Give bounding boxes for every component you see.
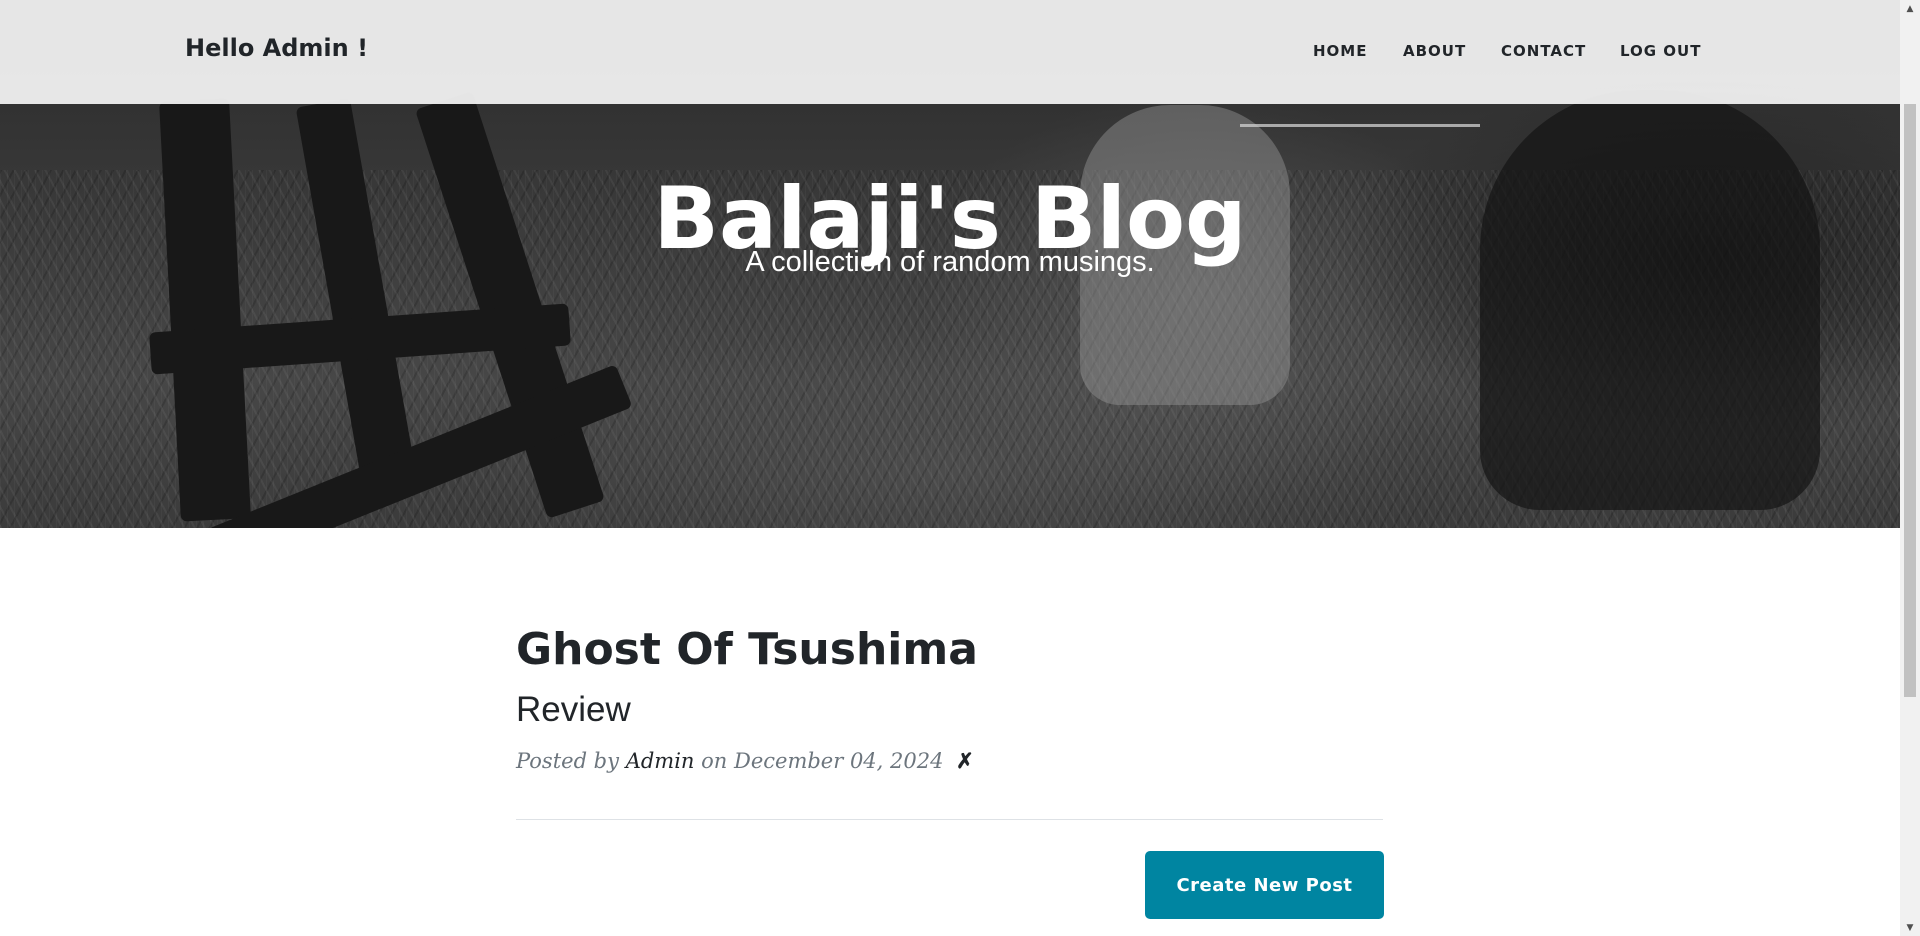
nav-link-home[interactable]: HOME: [1313, 42, 1367, 60]
nav-link-contact[interactable]: CONTACT: [1501, 42, 1586, 60]
post-divider: [516, 819, 1383, 820]
create-new-post-button[interactable]: Create New Post: [1145, 851, 1384, 919]
scroll-up-arrow-icon[interactable]: ▲: [1900, 0, 1920, 17]
delete-post-icon[interactable]: ✗: [956, 748, 974, 773]
page: Balaji's Blog A collection of random mus…: [0, 0, 1900, 936]
post-meta-on: on: [701, 749, 728, 773]
post-meta-prefix: Posted by: [516, 749, 619, 773]
nav-link-logout[interactable]: LOG OUT: [1620, 42, 1701, 60]
post-title[interactable]: Ghost Of Tsushima: [516, 625, 978, 674]
hero-bg-warrior: [1480, 90, 1820, 510]
site-subtitle: A collection of random musings.: [745, 246, 1155, 278]
post-date: December 04, 2024: [734, 749, 944, 773]
post-author-link[interactable]: Admin: [626, 749, 695, 773]
hero-bg-sword: [1240, 124, 1480, 127]
nav-links: HOME ABOUT CONTACT LOG OUT: [0, 42, 1900, 62]
scroll-down-arrow-icon[interactable]: ▼: [1900, 919, 1920, 936]
page-scrollbar[interactable]: ▲ ▼: [1900, 0, 1920, 936]
post-meta: Posted by Admin on December 04, 2024 ✗: [516, 748, 974, 773]
post-subtitle: Review: [516, 690, 631, 729]
nav-link-about[interactable]: ABOUT: [1403, 42, 1466, 60]
scroll-thumb[interactable]: [1904, 104, 1916, 697]
top-navbar: Hello Admin ! HOME ABOUT CONTACT LOG OUT: [0, 0, 1900, 104]
